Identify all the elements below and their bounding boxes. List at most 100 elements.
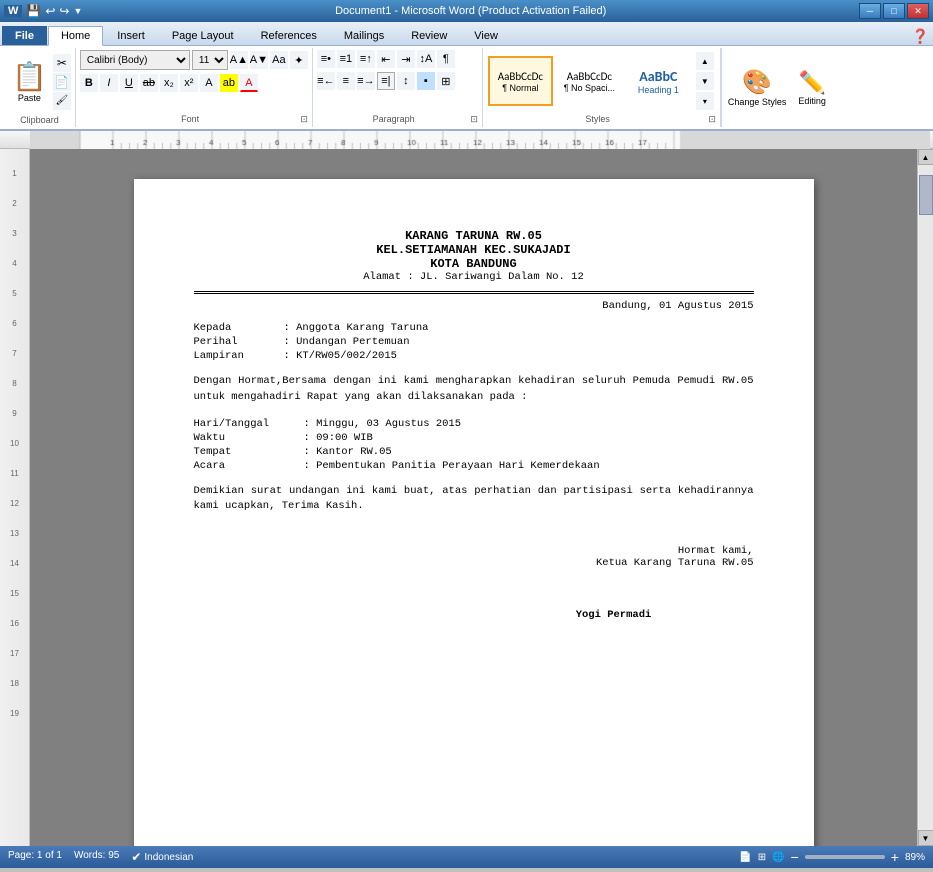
scroll-down-button[interactable]: ▼ xyxy=(918,830,933,846)
word-logo: W xyxy=(4,5,22,17)
doc-signature: Hormat kami, Ketua Karang Taruna RW.05 xyxy=(194,545,754,569)
styles-controls: AaBbCcDc ¶ Normal AaBbCcDc ¶ No Spaci...… xyxy=(487,50,716,112)
tab-page-layout[interactable]: Page Layout xyxy=(159,26,247,45)
font-size-select[interactable]: 11 xyxy=(192,50,228,70)
style-no-spacing[interactable]: AaBbCcDc ¶ No Spaci... xyxy=(557,56,622,106)
border-button[interactable]: ⊞ xyxy=(437,72,455,90)
regards-line1: Hormat kami, xyxy=(194,545,754,557)
justify-button[interactable]: ≡| xyxy=(377,72,395,90)
status-bar: Page: 1 of 1 Words: 95 ✔ Indonesian 📄 ⊞ … xyxy=(0,846,933,868)
font-expand-icon[interactable]: ⊡ xyxy=(300,114,308,125)
decrease-font-button[interactable]: A▼ xyxy=(250,51,268,69)
tab-file[interactable]: File xyxy=(2,26,47,45)
org-sub1: KEL.SETIAMANAH KEC.SUKAJADI xyxy=(194,243,754,257)
align-right-button[interactable]: ≡→ xyxy=(357,72,375,90)
schedule-tanggal: Hari/Tanggal : Minggu, 03 Agustus 2015 xyxy=(194,418,754,430)
style-more[interactable]: ▾ xyxy=(696,92,714,110)
field-kepada: Kepada : Anggota Karang Taruna xyxy=(194,322,754,334)
field-lampiran: Lampiran : KT/RW05/002/2015 xyxy=(194,350,754,362)
multilevel-button[interactable]: ≡↑ xyxy=(357,50,375,68)
align-left-button[interactable]: ≡← xyxy=(317,72,335,90)
scroll-track[interactable] xyxy=(919,165,933,830)
tab-review[interactable]: Review xyxy=(398,26,460,45)
close-button[interactable]: ✕ xyxy=(907,3,929,19)
style-h1-label: Heading 1 xyxy=(638,85,679,95)
view-web-icon[interactable]: 🌐 xyxy=(772,852,784,863)
quick-save[interactable]: 💾 xyxy=(26,4,41,18)
zoom-in-button[interactable]: + xyxy=(891,849,899,865)
change-styles-button[interactable]: 🎨 Change Styles xyxy=(721,48,793,127)
numbering-button[interactable]: ≡1 xyxy=(337,50,355,68)
style-heading1[interactable]: AaBbC Heading 1 xyxy=(626,56,691,106)
sort-button[interactable]: ↕A xyxy=(417,50,435,68)
underline-button[interactable]: U xyxy=(120,74,138,92)
view-print-icon[interactable]: 📄 xyxy=(739,852,751,863)
scroll-thumb[interactable] xyxy=(919,175,933,215)
tab-mailings[interactable]: Mailings xyxy=(331,26,397,45)
superscript-button[interactable]: x² xyxy=(180,74,198,92)
text-effect-button[interactable]: A xyxy=(200,74,218,92)
quick-redo[interactable]: ↪ xyxy=(59,4,69,18)
paragraph-expand-icon[interactable]: ⊡ xyxy=(470,114,478,125)
clipboard-label: Clipboard xyxy=(8,115,71,125)
clipboard-controls: 📋 Paste ✂ 📄 🖌 xyxy=(8,50,71,113)
style-scroll-down[interactable]: ▼ xyxy=(696,72,714,90)
vertical-scrollbar[interactable]: ▲ ▼ xyxy=(917,149,933,846)
doc-fields: Kepada : Anggota Karang Taruna Perihal :… xyxy=(194,322,754,362)
increase-indent-button[interactable]: ⇥ xyxy=(397,50,415,68)
paragraph-controls: ≡• ≡1 ≡↑ ⇤ ⇥ ↕A ¶ ≡← ≡ ≡→ ≡| ↕ ▪ ⊞ xyxy=(317,50,478,112)
subscript-button[interactable]: x₂ xyxy=(160,74,178,92)
clear-format-button[interactable]: ✦ xyxy=(290,51,308,69)
help-icon[interactable]: ❓ xyxy=(912,28,929,45)
show-formatting-button[interactable]: ¶ xyxy=(437,50,455,68)
align-center-button[interactable]: ≡ xyxy=(337,72,355,90)
maximize-button[interactable]: □ xyxy=(883,3,905,19)
shading-button[interactable]: ▪ xyxy=(417,72,435,90)
quick-dropdown[interactable]: ▼ xyxy=(73,6,82,16)
line-spacing-button[interactable]: ↕ xyxy=(397,72,415,90)
font-family-select[interactable]: Calibri (Body) xyxy=(80,50,190,70)
format-painter-button[interactable]: 🖌 xyxy=(53,92,71,110)
scroll-up-button[interactable]: ▲ xyxy=(918,149,933,165)
styles-group: AaBbCcDc ¶ Normal AaBbCcDc ¶ No Spaci...… xyxy=(483,48,720,127)
main-area: 1 2 3 4 5 6 7 8 9 10 11 12 13 14 15 16 1… xyxy=(0,149,933,846)
language-flag: ✔ Indonesian xyxy=(131,850,193,864)
clipboard-group: 📋 Paste ✂ 📄 🖌 Clipboard xyxy=(4,48,76,127)
decrease-indent-button[interactable]: ⇤ xyxy=(377,50,395,68)
text-highlight-button[interactable]: ab xyxy=(220,74,238,92)
quick-undo[interactable]: ↩ xyxy=(45,4,55,18)
view-fullscreen-icon[interactable]: ⊞ xyxy=(758,852,766,863)
bullets-button[interactable]: ≡• xyxy=(317,50,335,68)
minimize-button[interactable]: ─ xyxy=(859,3,881,19)
strikethrough-button[interactable]: ab xyxy=(140,74,158,92)
tab-home[interactable]: Home xyxy=(48,26,103,46)
horizontal-ruler xyxy=(0,131,933,149)
styles-expand-icon[interactable]: ⊡ xyxy=(708,114,716,125)
document-area[interactable]: KARANG TARUNA RW.05 KEL.SETIAMANAH KEC.S… xyxy=(30,149,917,846)
vertical-ruler: 1 2 3 4 5 6 7 8 9 10 11 12 13 14 15 16 1… xyxy=(0,149,30,846)
tab-view[interactable]: View xyxy=(461,26,511,45)
font-label: Font ⊡ xyxy=(80,114,308,125)
window-controls: ─ □ ✕ xyxy=(859,3,929,19)
ruler-marks xyxy=(30,131,930,149)
doc-signer: Yogi Permadi xyxy=(474,609,754,621)
paste-button[interactable]: 📋 Paste xyxy=(8,58,51,105)
tab-references[interactable]: References xyxy=(248,26,330,45)
words-count: Words: 95 xyxy=(74,850,119,864)
style-scroll-up[interactable]: ▲ xyxy=(696,52,714,70)
tab-insert[interactable]: Insert xyxy=(104,26,158,45)
italic-button[interactable]: I xyxy=(100,74,118,92)
title-text: Document1 - Microsoft Word (Product Acti… xyxy=(82,5,859,17)
style-normal[interactable]: AaBbCcDc ¶ Normal xyxy=(488,56,553,106)
change-case-button[interactable]: Aa xyxy=(270,51,288,69)
font-color-button[interactable]: A xyxy=(240,74,258,92)
document-page[interactable]: KARANG TARUNA RW.05 KEL.SETIAMANAH KEC.S… xyxy=(134,179,814,846)
bold-button[interactable]: B xyxy=(80,74,98,92)
zoom-out-button[interactable]: − xyxy=(791,849,799,865)
editing-button[interactable]: ✏️ Editing xyxy=(792,48,832,127)
copy-button[interactable]: 📄 xyxy=(53,73,71,91)
cut-button[interactable]: ✂ xyxy=(53,54,71,72)
style-normal-preview: AaBbCcDc xyxy=(498,70,543,83)
zoom-slider[interactable] xyxy=(805,855,885,859)
increase-font-button[interactable]: A▲ xyxy=(230,51,248,69)
